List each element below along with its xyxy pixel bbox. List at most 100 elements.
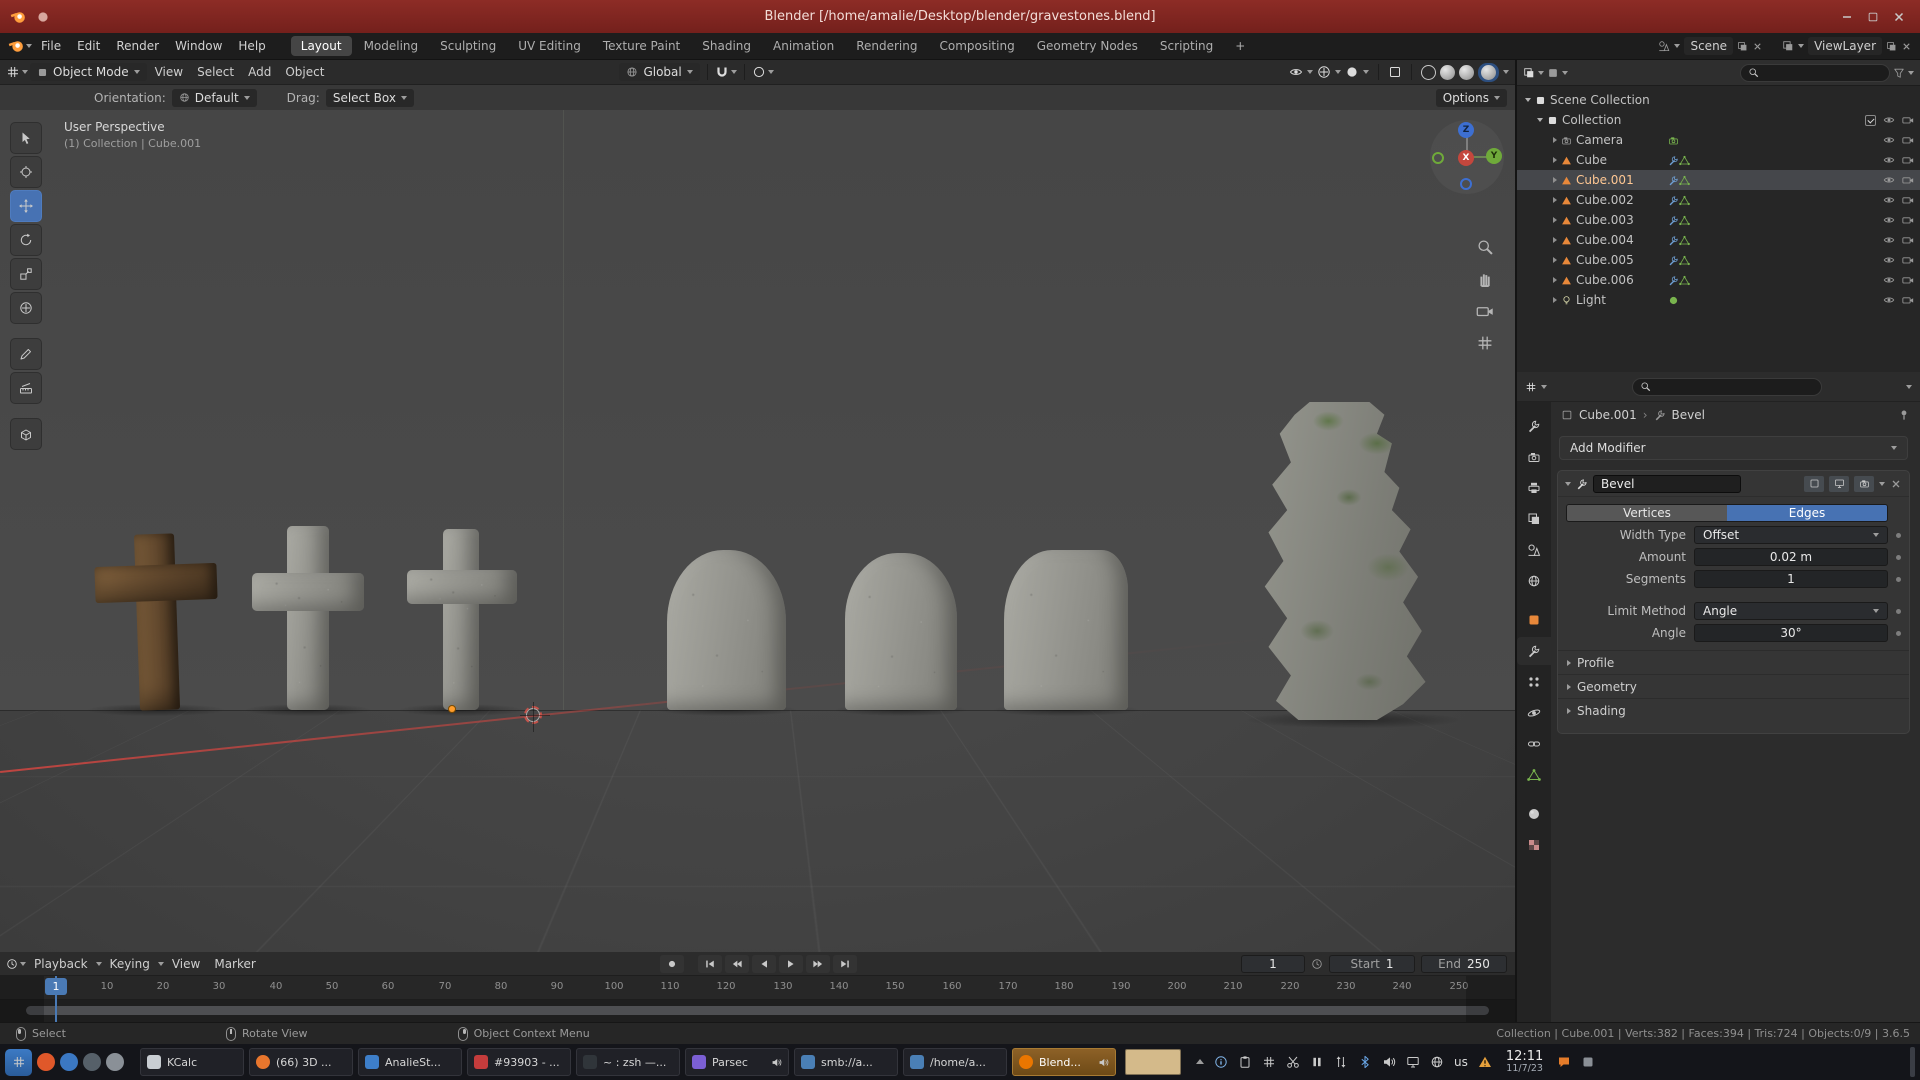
properties-tab-scene[interactable] <box>1517 536 1551 564</box>
gravestone-tombstone-1[interactable] <box>667 550 786 710</box>
gizmo-z-axis[interactable]: Z <box>1458 122 1474 138</box>
object-name[interactable]: Cube <box>1576 153 1668 167</box>
task-analiest[interactable]: AnalieSt... <box>358 1048 462 1076</box>
playhead-marker[interactable]: 1 <box>45 978 67 995</box>
overlays-caret-icon[interactable] <box>1363 70 1369 74</box>
outliner-row-cube001[interactable]: Cube.001 <box>1517 170 1920 190</box>
mesh-data-icon[interactable] <box>1679 275 1690 286</box>
gizmo-x-axis[interactable]: X <box>1458 150 1474 166</box>
media-pause-tray-icon[interactable] <box>1310 1055 1324 1069</box>
task-93903[interactable]: #93903 - ... <box>467 1048 571 1076</box>
collection-name[interactable]: Collection <box>1562 113 1621 127</box>
object-name[interactable]: Cube.002 <box>1576 193 1668 207</box>
render-camera-icon[interactable] <box>1902 154 1914 166</box>
xray-toggle-icon[interactable] <box>1388 65 1402 79</box>
pin-icon[interactable] <box>1898 409 1910 421</box>
amount-field[interactable]: 0.02 m <box>1694 548 1888 566</box>
snap-caret-icon[interactable] <box>731 70 737 74</box>
properties-tab-physics[interactable] <box>1517 699 1551 727</box>
object-name[interactable]: Light <box>1576 293 1668 307</box>
snap-magnet-icon[interactable] <box>715 65 729 79</box>
expand-icon[interactable] <box>1553 177 1557 183</box>
pan-hand-icon[interactable] <box>1476 270 1494 288</box>
rotate-tool[interactable] <box>10 224 42 256</box>
render-camera-icon[interactable] <box>1902 274 1914 286</box>
menu-marker[interactable]: Marker <box>208 954 261 974</box>
maximize-button[interactable] <box>1862 6 1884 28</box>
task-parsec[interactable]: Parsec <box>685 1048 789 1076</box>
workspace-tab-uv-editing[interactable]: UV Editing <box>508 36 591 56</box>
pinned-app-icon[interactable] <box>106 1053 124 1071</box>
hide-eye-icon[interactable] <box>1883 194 1895 206</box>
limit-method-dropdown[interactable]: Angle <box>1694 602 1888 620</box>
minimize-button[interactable] <box>1836 6 1858 28</box>
gravestone-stone-cross-2-arm[interactable] <box>407 570 517 604</box>
expand-icon[interactable] <box>1525 98 1531 102</box>
subpanel-geometry[interactable]: Geometry <box>1558 674 1909 698</box>
object-name[interactable]: Cube.005 <box>1576 253 1668 267</box>
mesh-data-icon[interactable] <box>1679 195 1690 206</box>
mode-dropdown[interactable]: Object Mode <box>30 63 147 81</box>
shading-solid-icon[interactable] <box>1440 65 1455 80</box>
expand-icon[interactable] <box>1553 217 1557 223</box>
network-tray-icon[interactable] <box>1430 1055 1444 1069</box>
expand-icon[interactable] <box>1553 237 1557 243</box>
render-camera-icon[interactable] <box>1902 114 1914 126</box>
properties-editor-caret-icon[interactable] <box>1541 385 1547 389</box>
animate-dot-icon[interactable] <box>1896 631 1901 636</box>
proportional-caret-icon[interactable] <box>768 70 774 74</box>
outliner-row-cube004[interactable]: Cube.004 <box>1517 230 1920 250</box>
object-name[interactable]: Cube.004 <box>1576 233 1668 247</box>
ortho-grid-icon[interactable] <box>1476 334 1494 352</box>
frame-end-field[interactable]: End250 <box>1421 955 1507 973</box>
gizmo-y-neg-axis[interactable] <box>1432 152 1444 164</box>
workspace-tab-texture-paint[interactable]: Texture Paint <box>593 36 690 56</box>
select-box-tool[interactable] <box>10 122 42 154</box>
clipboard-tray-icon[interactable] <box>1238 1055 1252 1069</box>
modifier-panel-header[interactable]: Bevel <box>1558 471 1909 497</box>
hide-eye-icon[interactable] <box>1883 294 1895 306</box>
menu-keying[interactable]: Keying <box>104 954 156 974</box>
pinned-app-icon[interactable] <box>60 1053 78 1071</box>
mesh-data-icon[interactable] <box>1679 175 1690 186</box>
orientation-setting-dropdown[interactable]: Default <box>172 89 257 107</box>
outliner-search-input[interactable] <box>1740 64 1890 82</box>
menu-view[interactable]: View <box>149 62 189 82</box>
render-camera-icon[interactable] <box>1902 134 1914 146</box>
shading-caret-icon[interactable] <box>1503 70 1509 74</box>
overlays-icon[interactable] <box>1345 65 1359 79</box>
task-zsh-terminal[interactable]: ~ : zsh —... <box>576 1048 680 1076</box>
virtual-desktop-tray-icon[interactable] <box>1262 1055 1276 1069</box>
gravestone-stone-cross-2-post[interactable] <box>443 529 479 710</box>
properties-tab-constraints[interactable] <box>1517 730 1551 758</box>
light-data-icon[interactable] <box>1668 295 1679 306</box>
screenshot-tray-icon[interactable] <box>1286 1055 1300 1069</box>
gravestone-stone-cross-1-post[interactable] <box>287 526 329 710</box>
subpanel-profile[interactable]: Profile <box>1558 650 1909 674</box>
modifier-wrench-icon[interactable] <box>1668 155 1679 166</box>
add-workspace-button[interactable]: + <box>1225 36 1255 56</box>
outliner-row-light[interactable]: Light <box>1517 290 1920 310</box>
workspace-tab-rendering[interactable]: Rendering <box>846 36 927 56</box>
previous-keyframe-button[interactable] <box>725 955 749 973</box>
outliner-row-scene-collection[interactable]: Scene Collection <box>1517 90 1920 110</box>
options-dropdown[interactable]: Options <box>1436 89 1507 107</box>
titlebar[interactable]: Blender [/home/amalie/Desktop/blender/gr… <box>0 0 1920 33</box>
menu-edit[interactable]: Edit <box>70 36 107 56</box>
properties-search-input[interactable] <box>1632 378 1822 396</box>
properties-tab-texture[interactable] <box>1517 831 1551 859</box>
cursor-3d[interactable] <box>524 706 542 724</box>
hide-eye-icon[interactable] <box>1883 134 1895 146</box>
navigation-gizmo[interactable]: Z Y X <box>1430 120 1504 194</box>
collapse-caret-icon[interactable] <box>1565 482 1571 486</box>
scene-browse-caret-icon[interactable] <box>1674 44 1680 48</box>
updates-tray-icon[interactable] <box>1334 1055 1348 1069</box>
play-reverse-button[interactable] <box>752 955 776 973</box>
outliner-row-cube003[interactable]: Cube.003 <box>1517 210 1920 230</box>
properties-tab-output[interactable] <box>1517 474 1551 502</box>
gravestone-tombstone-2[interactable] <box>845 553 957 710</box>
shading-material-icon[interactable] <box>1459 65 1474 80</box>
transform-tool[interactable] <box>10 292 42 324</box>
object-name[interactable]: Cube.006 <box>1576 273 1668 287</box>
width-type-dropdown[interactable]: Offset <box>1694 526 1888 544</box>
